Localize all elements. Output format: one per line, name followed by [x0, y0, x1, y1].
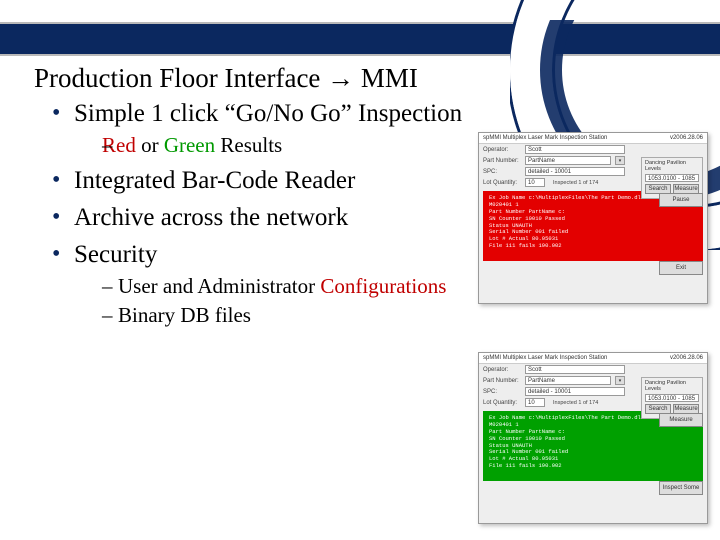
dropdown-icon	[615, 376, 625, 385]
box-title: Dancing Pavilion Levels	[645, 380, 699, 392]
fld-qty: 10	[525, 178, 545, 187]
subbullet-configs: User and Administrator Configurations	[102, 273, 482, 300]
sub-em: Configurations	[320, 274, 446, 298]
fld-part: PartName	[525, 156, 611, 165]
lbl-spc: SPC:	[483, 389, 521, 395]
lbl-qty: Lot Quantity:	[483, 400, 521, 406]
bullet-go-nogo: Simple 1 click “Go/No Go” Inspection Red…	[52, 98, 482, 159]
subbullet-binary: Binary DB files	[102, 302, 482, 329]
progress-text: Inspected 1 of 174	[549, 180, 598, 186]
btn-exit: Exit	[659, 261, 703, 275]
thumb-version: v2006.28.06	[670, 135, 703, 141]
lbl-spc: SPC:	[483, 169, 521, 175]
lbl-qty: Lot Quantity:	[483, 180, 521, 186]
bullet-text: Simple 1 click “Go/No Go” Inspection	[74, 100, 462, 127]
fld-qty: 10	[525, 398, 545, 407]
btn-inspect: Inspect Some	[659, 481, 703, 495]
btn-measure2: Measure	[659, 413, 703, 427]
screenshot-green: spMMI Multiplex Laser Mark Inspection St…	[478, 352, 708, 524]
thumb-title: spMMI Multiplex Laser Mark Inspection St…	[483, 355, 607, 361]
slide-title: Production Floor Interface → MMI	[34, 62, 694, 94]
green-word: Green	[164, 133, 215, 157]
mid-word: or	[136, 133, 164, 157]
thumb-title: spMMI Multiplex Laser Mark Inspection St…	[483, 135, 607, 141]
progress-text: Inspected 1 of 174	[549, 400, 598, 406]
thumb-version: v2006.28.06	[670, 355, 703, 361]
title-part-b: MMI	[354, 63, 418, 93]
box-field: 1053.0100 - 1085	[645, 394, 699, 402]
red-word: Red	[102, 133, 136, 157]
fld-operator: Scott	[525, 145, 625, 154]
subbullet-red-green: Red or Green Results	[102, 132, 482, 159]
fld-spc: detailed - 10001	[525, 167, 625, 176]
bullet-barcode: Integrated Bar-Code Reader	[52, 165, 482, 196]
fld-part: PartName	[525, 376, 611, 385]
arrow-icon: →	[327, 63, 354, 93]
title-part-a: Production Floor Interface	[34, 63, 327, 93]
lbl-operator: Operator:	[483, 367, 521, 373]
lbl-part: Part Number:	[483, 378, 521, 384]
fld-spc: detailed - 10001	[525, 387, 625, 396]
box-field: 1053.0100 - 1085	[645, 174, 699, 182]
lbl-part: Part Number:	[483, 158, 521, 164]
bullet-text: Security	[74, 241, 157, 268]
dropdown-icon	[615, 156, 625, 165]
lbl-operator: Operator:	[483, 147, 521, 153]
screenshot-red: spMMI Multiplex Laser Mark Inspection St…	[478, 132, 708, 304]
bullet-security: Security User and Administrator Configur…	[52, 239, 482, 329]
fld-operator: Scott	[525, 365, 625, 374]
btn-pause: Pause	[659, 193, 703, 207]
sub-pre: User and Administrator	[118, 274, 320, 298]
post-word: Results	[215, 133, 282, 157]
box-title: Dancing Pavilion Levels	[645, 160, 699, 172]
